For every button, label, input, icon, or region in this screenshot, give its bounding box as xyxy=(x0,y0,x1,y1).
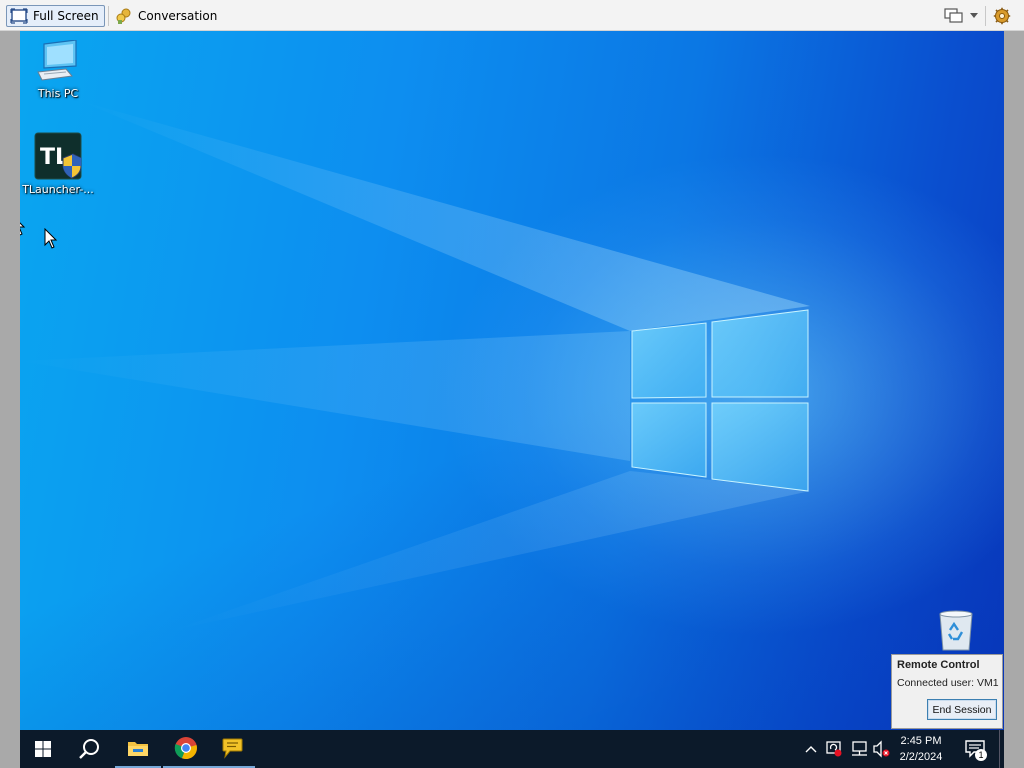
fullscreen-button[interactable]: Full Screen xyxy=(6,5,105,27)
action-center-button[interactable]: 1 xyxy=(960,730,990,768)
security-icon xyxy=(826,741,842,757)
mouse-cursor-icon xyxy=(20,222,26,236)
monitor-icon[interactable] xyxy=(944,7,964,25)
clock-date: 2/2/2024 xyxy=(899,751,943,763)
conversation-label: Conversation xyxy=(138,9,218,23)
this-pc-icon xyxy=(37,40,77,81)
network-icon xyxy=(852,741,867,756)
taskbar: 2:45 PM 2/2/2024 1 xyxy=(20,730,1004,768)
windows-logo xyxy=(631,309,809,492)
end-session-button[interactable]: End Session xyxy=(927,699,997,720)
start-icon xyxy=(35,741,51,757)
taskbar-chrome[interactable] xyxy=(163,730,209,768)
chat-icon xyxy=(222,738,243,759)
show-desktop-button[interactable] xyxy=(999,730,1004,768)
clock-time: 2:45 PM xyxy=(900,735,942,747)
volume-muted-icon xyxy=(873,740,890,758)
remote-control-popup: Remote Control Connected user: VM1 End S… xyxy=(891,654,1003,729)
frame-right xyxy=(1004,31,1024,768)
connected-user-text: Connected user: VM1 xyxy=(897,677,999,689)
show-hidden-icons-chevron xyxy=(805,746,817,753)
desktop-icon-recycle-bin[interactable] xyxy=(918,608,994,652)
conversation-button[interactable]: Conversation xyxy=(113,5,217,27)
desktop-icon-label: TLauncher-... xyxy=(22,183,94,196)
tray-network[interactable] xyxy=(848,730,870,768)
dropdown-arrow-icon[interactable] xyxy=(970,13,978,18)
remote-desktop[interactable]: This PC TL TLauncher-... Remote Control … xyxy=(20,31,1004,730)
tlauncher-icon: TL xyxy=(34,132,82,180)
wallpaper-beams xyxy=(20,101,810,631)
fullscreen-label: Full Screen xyxy=(33,9,99,23)
tray-volume[interactable] xyxy=(870,730,892,768)
tray-security[interactable] xyxy=(823,730,845,768)
mouse-cursor-icon xyxy=(44,228,58,249)
recycle-bin-icon xyxy=(939,610,973,651)
start-button[interactable] xyxy=(20,730,66,768)
desktop-icon-this-pc[interactable]: This PC xyxy=(20,40,96,100)
taskbar-clock[interactable]: 2:45 PM 2/2/2024 xyxy=(892,732,950,766)
conversation-icon xyxy=(116,8,131,24)
desktop-icon-label: This PC xyxy=(37,87,79,100)
chrome-icon xyxy=(174,737,197,760)
show-hidden-icons-button[interactable] xyxy=(803,730,819,768)
popup-title: Remote Control xyxy=(897,659,980,671)
frame-left xyxy=(0,31,20,768)
taskbar-chat-app[interactable] xyxy=(209,730,255,768)
search-icon xyxy=(79,739,99,759)
notification-count-badge: 1 xyxy=(975,749,987,761)
settings-gear-icon[interactable] xyxy=(993,7,1011,25)
fullscreen-icon xyxy=(10,8,28,24)
search-button[interactable] xyxy=(66,730,112,768)
remote-toolbar: Full Screen Conversation xyxy=(0,0,1024,31)
toolbar-divider xyxy=(985,6,986,26)
file-explorer-icon xyxy=(128,742,148,756)
toolbar-divider xyxy=(108,6,109,26)
desktop-icon-tlauncher[interactable]: TL TLauncher-... xyxy=(20,132,96,196)
taskbar-file-explorer[interactable] xyxy=(115,730,161,768)
